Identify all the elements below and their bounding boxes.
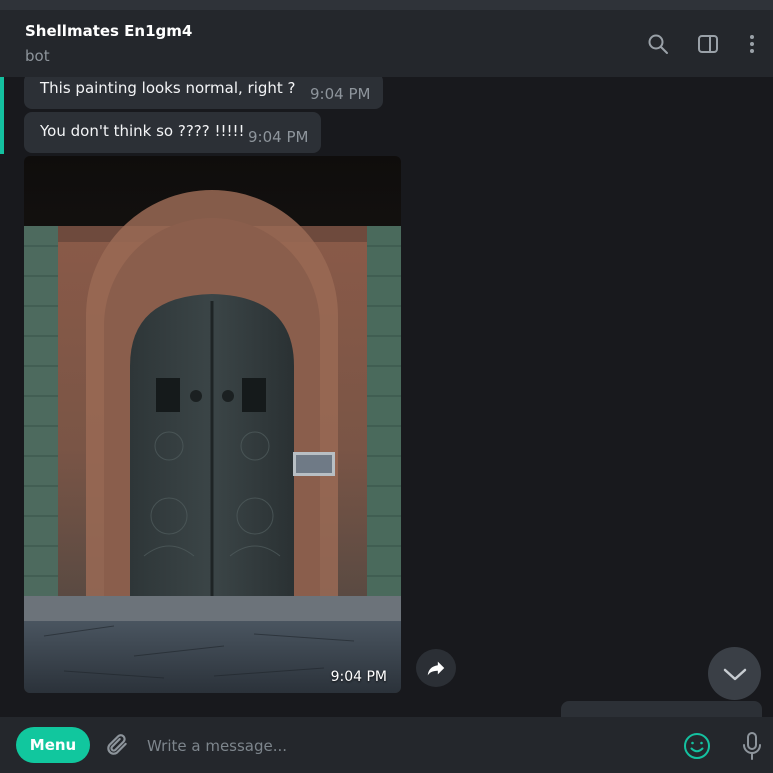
partial-message-bubble[interactable] bbox=[561, 701, 762, 717]
message-text: This painting looks normal, right ? bbox=[40, 79, 296, 97]
message-bubble[interactable]: This painting looks normal, right ? 9:04… bbox=[24, 77, 383, 109]
bot-menu-button[interactable]: Menu bbox=[16, 727, 90, 763]
attach-icon[interactable] bbox=[104, 732, 130, 758]
scroll-down-button[interactable] bbox=[708, 647, 761, 700]
mic-icon[interactable] bbox=[739, 731, 765, 761]
selection-accent-bar bbox=[0, 77, 4, 154]
window-top-strip bbox=[0, 0, 773, 10]
share-button[interactable] bbox=[416, 649, 456, 687]
door-painting-image bbox=[24, 156, 401, 693]
chevron-down-icon bbox=[723, 668, 747, 681]
message-bubble[interactable]: You don't think so ???? !!!!! 9:04 PM bbox=[24, 112, 321, 153]
search-icon[interactable] bbox=[646, 32, 670, 56]
emoji-icon[interactable] bbox=[682, 731, 712, 761]
chat-subtitle: bot bbox=[25, 47, 50, 65]
composer-bar: Menu bbox=[0, 717, 773, 773]
message-time: 9:04 PM bbox=[248, 128, 309, 146]
chat-title[interactable]: Shellmates En1gm4 bbox=[25, 22, 192, 40]
chat-header: Shellmates En1gm4 bot bbox=[0, 10, 773, 77]
message-text: You don't think so ???? !!!!! bbox=[40, 122, 245, 140]
photo-time: 9:04 PM bbox=[330, 669, 387, 685]
message-list[interactable]: This painting looks normal, right ? 9:04… bbox=[0, 77, 773, 717]
photo-message[interactable]: 9:04 PM bbox=[24, 156, 401, 693]
more-vertical-icon[interactable] bbox=[740, 32, 764, 56]
message-time: 9:04 PM bbox=[310, 85, 371, 103]
sidebar-toggle-icon[interactable] bbox=[696, 32, 720, 56]
share-icon bbox=[427, 661, 445, 676]
message-input[interactable] bbox=[145, 731, 649, 761]
